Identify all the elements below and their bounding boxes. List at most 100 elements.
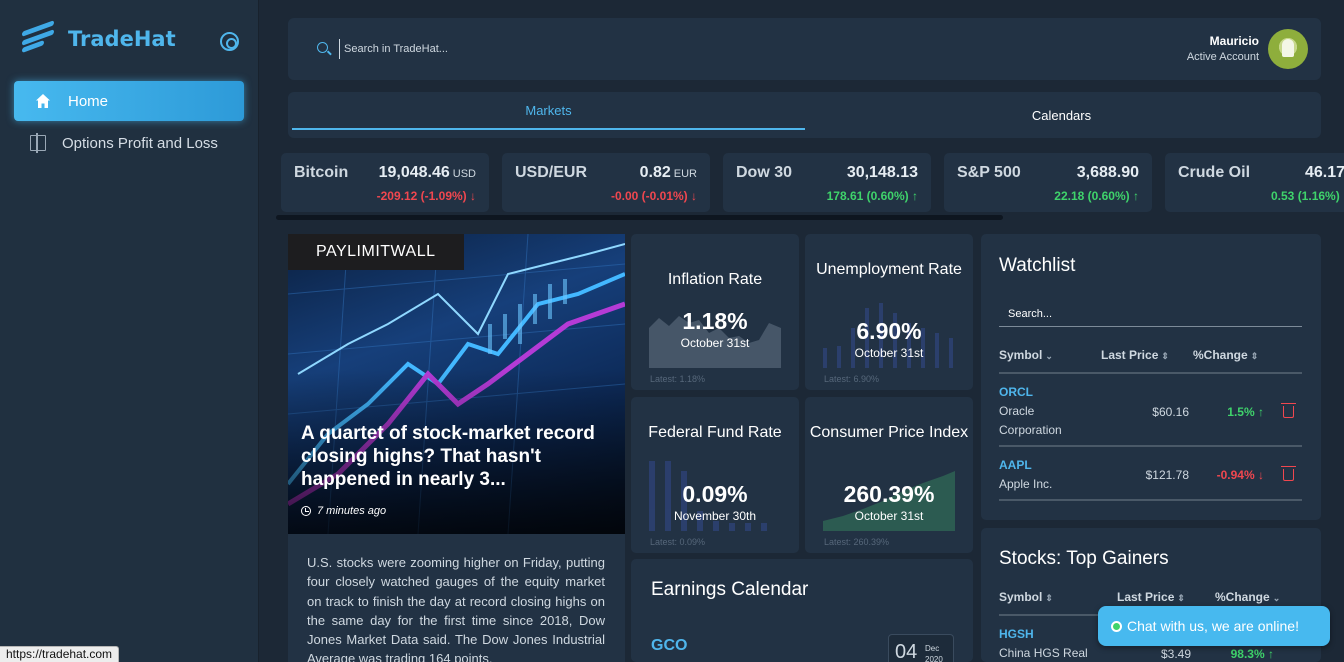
indicator-title: Unemployment Rate	[816, 261, 962, 278]
row-symbol[interactable]: HGSH	[999, 627, 1034, 641]
indicator-date: October 31st	[680, 336, 750, 350]
sidebar-item-options-profit-loss[interactable]: Options Profit and Loss	[14, 123, 244, 163]
column-header-change[interactable]: %Change ⇕	[1193, 348, 1258, 362]
sidebar: TradeHat Home Options Profit and Loss	[0, 0, 259, 662]
ticker-price-value: 0.82	[639, 164, 671, 181]
ticker-change-value: 22.18 (0.60%)	[1054, 189, 1130, 203]
ticker-currency: USD	[452, 168, 476, 180]
search-input[interactable]	[339, 39, 739, 59]
online-status-icon	[1111, 620, 1122, 632]
ticker-name: Dow 30	[736, 164, 793, 181]
row-change: -0.94% ↓	[1189, 468, 1264, 482]
column-header-label: %Change	[1215, 590, 1270, 604]
ticker-currency: EUR	[673, 168, 697, 180]
sort-icon: ⇕	[1250, 351, 1259, 361]
earnings-date-badge: 04 Dec 2020	[888, 634, 954, 662]
indicator-card-federal-fund[interactable]: Federal Fund Rate 0.09% November 30th La…	[631, 397, 799, 553]
indicator-latest: Latest: 260.39%	[824, 537, 890, 547]
sort-icon: ⇕	[1045, 593, 1053, 603]
indicator-card-unemployment[interactable]: Unemployment Rate 6.90% October 31st Lat…	[805, 234, 973, 390]
earnings-day: 04	[895, 641, 918, 662]
user-name: Mauricio	[1209, 34, 1259, 48]
row-last-price: $121.78	[1145, 468, 1189, 482]
row-change-value: 1.5%	[1227, 405, 1255, 419]
search-icon	[317, 42, 328, 53]
tab-calendars[interactable]: Calendars	[805, 92, 1318, 138]
tradehat-logo-icon	[22, 20, 56, 56]
indicator-date: October 31st	[854, 346, 924, 360]
avatar[interactable]	[1268, 29, 1308, 69]
ticker-price: 3,688.90	[1076, 164, 1139, 181]
news-headline[interactable]: A quartet of stock-market record closing…	[301, 422, 616, 491]
earnings-symbol[interactable]: GCO	[651, 637, 687, 655]
browser-status-url: https://tradehat.com	[0, 646, 120, 662]
trash-icon[interactable]	[1281, 403, 1296, 418]
news-time: 7 minutes ago	[301, 505, 386, 517]
ticker-change: 22.18 (0.60%) ↑	[1054, 189, 1139, 203]
row-symbol[interactable]: AAPL	[999, 458, 1032, 472]
chevron-down-icon: ⌄	[1045, 351, 1053, 361]
chat-widget-button[interactable]: Chat with us, we are online!	[1098, 606, 1330, 646]
arrow-up-icon: ↑	[1268, 647, 1274, 661]
arrow-down-icon: ↓	[470, 189, 476, 203]
ticker-change-value: 178.61 (0.60%)	[826, 189, 909, 203]
ticker-price: 46.17	[1305, 164, 1344, 181]
sidebar-toggle-icon[interactable]	[220, 32, 239, 51]
column-header-change[interactable]: %Change ⌄	[1215, 590, 1280, 604]
ticker-change-value: -209.12 (-1.09%)	[376, 189, 467, 203]
earnings-title: Earnings Calendar	[651, 579, 809, 600]
column-header-label: Last Price	[1117, 590, 1175, 604]
column-header-symbol[interactable]: Symbol ⌄	[999, 348, 1053, 362]
row-symbol[interactable]: ORCL	[999, 385, 1033, 399]
trash-icon[interactable]	[1281, 466, 1296, 481]
earnings-month: Dec	[925, 644, 940, 653]
news-source-tag: PAYLIMITWALL	[288, 234, 464, 270]
ticker-change: 0.53 (1.16%)	[1271, 189, 1340, 203]
ticker-name: S&P 500	[957, 164, 1021, 181]
options-icon	[30, 133, 46, 153]
column-header-last-price[interactable]: Last Price ⇕	[1117, 590, 1185, 604]
row-last-price: $3.49	[1160, 647, 1191, 661]
indicator-value: 260.39%	[843, 481, 935, 507]
ticker-name: Bitcoin	[294, 164, 349, 181]
watchlist-search-input[interactable]	[999, 301, 1302, 327]
column-header-label: Symbol	[999, 590, 1043, 604]
row-company-name: Oracle Corporation	[999, 404, 1062, 437]
top-search-bar: Mauricio Active Account	[288, 18, 1321, 80]
news-time-label: 7 minutes ago	[317, 505, 387, 517]
column-header-label: %Change	[1193, 348, 1248, 362]
clock-icon	[301, 506, 311, 516]
row-last-price: $60.16	[1152, 405, 1189, 419]
column-header-symbol[interactable]: Symbol ⇕	[999, 590, 1053, 604]
ticker-card[interactable]: USD/EUR 0.82 EUR -0.00 (-0.01%) ↓	[502, 153, 710, 212]
ticker-scrollbar[interactable]	[276, 215, 1003, 220]
app-name: TradeHat	[68, 27, 176, 51]
ticker-change-value: 0.53 (1.16%)	[1271, 189, 1340, 203]
divider	[999, 499, 1302, 501]
indicator-title: Federal Fund Rate	[648, 424, 782, 441]
chat-label: Chat with us, we are online!	[1127, 618, 1299, 634]
indicator-card-inflation[interactable]: Inflation Rate 1.18% October 31st Latest…	[631, 234, 799, 390]
arrow-down-icon: ↓	[1258, 468, 1264, 482]
ticker-change-value: -0.00 (-0.01%)	[610, 189, 688, 203]
column-header-label: Last Price	[1101, 348, 1159, 362]
arrow-down-icon: ↓	[691, 189, 697, 203]
column-header-last-price[interactable]: Last Price ⇕	[1101, 348, 1169, 362]
ticker-card[interactable]: Crude Oil 46.17 0.53 (1.16%)	[1165, 153, 1344, 212]
sidebar-item-home[interactable]: Home	[14, 81, 244, 121]
ticker-card[interactable]: Bitcoin 19,048.46 USD -209.12 (-1.09%) ↓	[281, 153, 489, 212]
indicator-value: 0.09%	[682, 481, 748, 507]
row-company-name: Apple Inc.	[999, 477, 1053, 491]
indicator-title: Consumer Price Index	[809, 424, 969, 441]
indicator-card-cpi[interactable]: Consumer Price Index 260.39% October 31s…	[805, 397, 973, 553]
news-card[interactable]: PAYLIMITWALL A quartet of stock-market r…	[288, 234, 625, 662]
gainers-title: Stocks: Top Gainers	[999, 548, 1169, 569]
ticker-card[interactable]: S&P 500 3,688.90 22.18 (0.60%) ↑	[944, 153, 1152, 212]
ticker-price: 0.82 EUR	[640, 164, 697, 182]
divider	[999, 445, 1302, 447]
logo[interactable]: TradeHat	[22, 20, 176, 56]
ticker-card[interactable]: Dow 30 30,148.13 178.61 (0.60%) ↑	[723, 153, 931, 212]
tab-markets[interactable]: Markets	[292, 92, 805, 130]
home-icon	[34, 92, 52, 110]
indicator-date: October 31st	[854, 509, 924, 523]
